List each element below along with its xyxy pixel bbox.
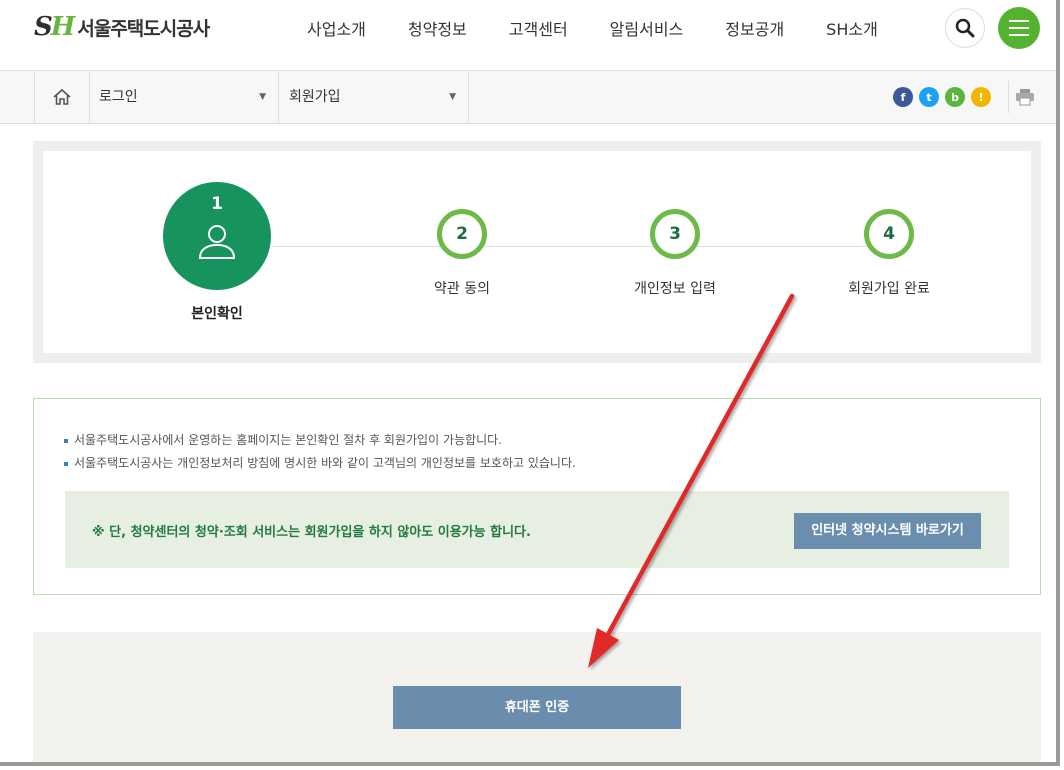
logo-mark: SH: [34, 12, 75, 42]
print-icon: [1016, 89, 1034, 106]
main-nav: 사업소개 청약정보 고객센터 알림서비스 정보공개 SH소개: [286, 18, 899, 42]
nav-item-notification[interactable]: 알림서비스: [610, 18, 684, 42]
nav-item-subscription[interactable]: 청약정보: [408, 18, 467, 42]
step-2-indicator: 2: [437, 209, 487, 259]
breadcrumb-level1-label: 로그인: [99, 89, 138, 105]
step-1-label: 본인확인: [191, 306, 243, 322]
step-1-indicator: 1: [163, 182, 271, 290]
breadcrumb-select-level1[interactable]: 로그인 ▼: [89, 71, 279, 123]
logo-text: 서울주택도시공사: [77, 17, 210, 40]
signup-steps: 1 본인확인 2 약관 동의 3 개인정보 입력 4 회원가입 완료: [33, 141, 1041, 363]
nav-item-disclosure[interactable]: 정보공개: [725, 18, 784, 42]
sh-logo[interactable]: SH 서울주택도시공사: [34, 10, 210, 44]
caret-down-icon: ▼: [449, 92, 456, 102]
breadcrumb: 로그인 ▼ 회원가입 ▼ f t b !: [0, 71, 1056, 124]
subscription-system-link-button[interactable]: 인터넷 청약시스템 바로가기: [794, 513, 981, 549]
step-2-label: 약관 동의: [434, 281, 490, 297]
search-icon: [955, 18, 975, 38]
hamburger-menu-icon: [1009, 20, 1029, 36]
step-3-label: 개인정보 입력: [634, 281, 716, 297]
facebook-icon[interactable]: f: [893, 87, 913, 107]
bullet-icon: [64, 461, 68, 466]
site-header: SH 서울주택도시공사 사업소개 청약정보 고객센터 알림서비스 정보공개 SH…: [0, 0, 1056, 71]
verification-area: 휴대폰 인증: [33, 632, 1041, 762]
info-line: 서울주택도시공사에서 운영하는 홈페이지는 본인확인 절차 후 회원가입이 가능…: [64, 431, 502, 448]
notice-text: ※ 단, 청약센터의 청약·조회 서비스는 회원가입을 하지 않아도 이용가능 …: [92, 525, 531, 540]
step-4-label: 회원가입 완료: [848, 281, 930, 297]
sns-share-group: f t b !: [893, 87, 997, 107]
notice-box: ※ 단, 청약센터의 청약·조회 서비스는 회원가입을 하지 않아도 이용가능 …: [65, 491, 1009, 568]
twitter-icon[interactable]: t: [919, 87, 939, 107]
breadcrumb-select-level2[interactable]: 회원가입 ▼: [279, 71, 469, 123]
kakaostory-icon[interactable]: !: [971, 87, 991, 107]
print-button[interactable]: [1008, 81, 1041, 113]
menu-button[interactable]: [998, 7, 1040, 49]
bullet-icon: [64, 438, 68, 443]
user-icon: [198, 225, 236, 259]
step-4-indicator: 4: [864, 209, 914, 259]
phone-verification-button[interactable]: 휴대폰 인증: [393, 686, 681, 729]
breadcrumb-level2-label: 회원가입: [289, 89, 341, 105]
step-1-number: 1: [211, 194, 223, 214]
browser-frame: SH 서울주택도시공사 사업소개 청약정보 고객센터 알림서비스 정보공개 SH…: [0, 0, 1060, 766]
band-icon[interactable]: b: [945, 87, 965, 107]
search-button[interactable]: [945, 8, 985, 48]
home-icon: [53, 88, 71, 105]
home-button[interactable]: [34, 71, 90, 123]
info-line: 서울주택도시공사는 개인정보처리 방침에 명시한 바와 같이 고객님의 개인정보…: [64, 454, 576, 471]
steps-connector-line: [273, 246, 893, 247]
nav-item-business[interactable]: 사업소개: [307, 18, 366, 42]
nav-item-about-sh[interactable]: SH소개: [826, 18, 878, 42]
nav-item-customer-center[interactable]: 고객센터: [509, 18, 568, 42]
info-box: 서울주택도시공사에서 운영하는 홈페이지는 본인확인 절차 후 회원가입이 가능…: [33, 398, 1041, 595]
caret-down-icon: ▼: [259, 92, 266, 102]
step-3-indicator: 3: [650, 209, 700, 259]
